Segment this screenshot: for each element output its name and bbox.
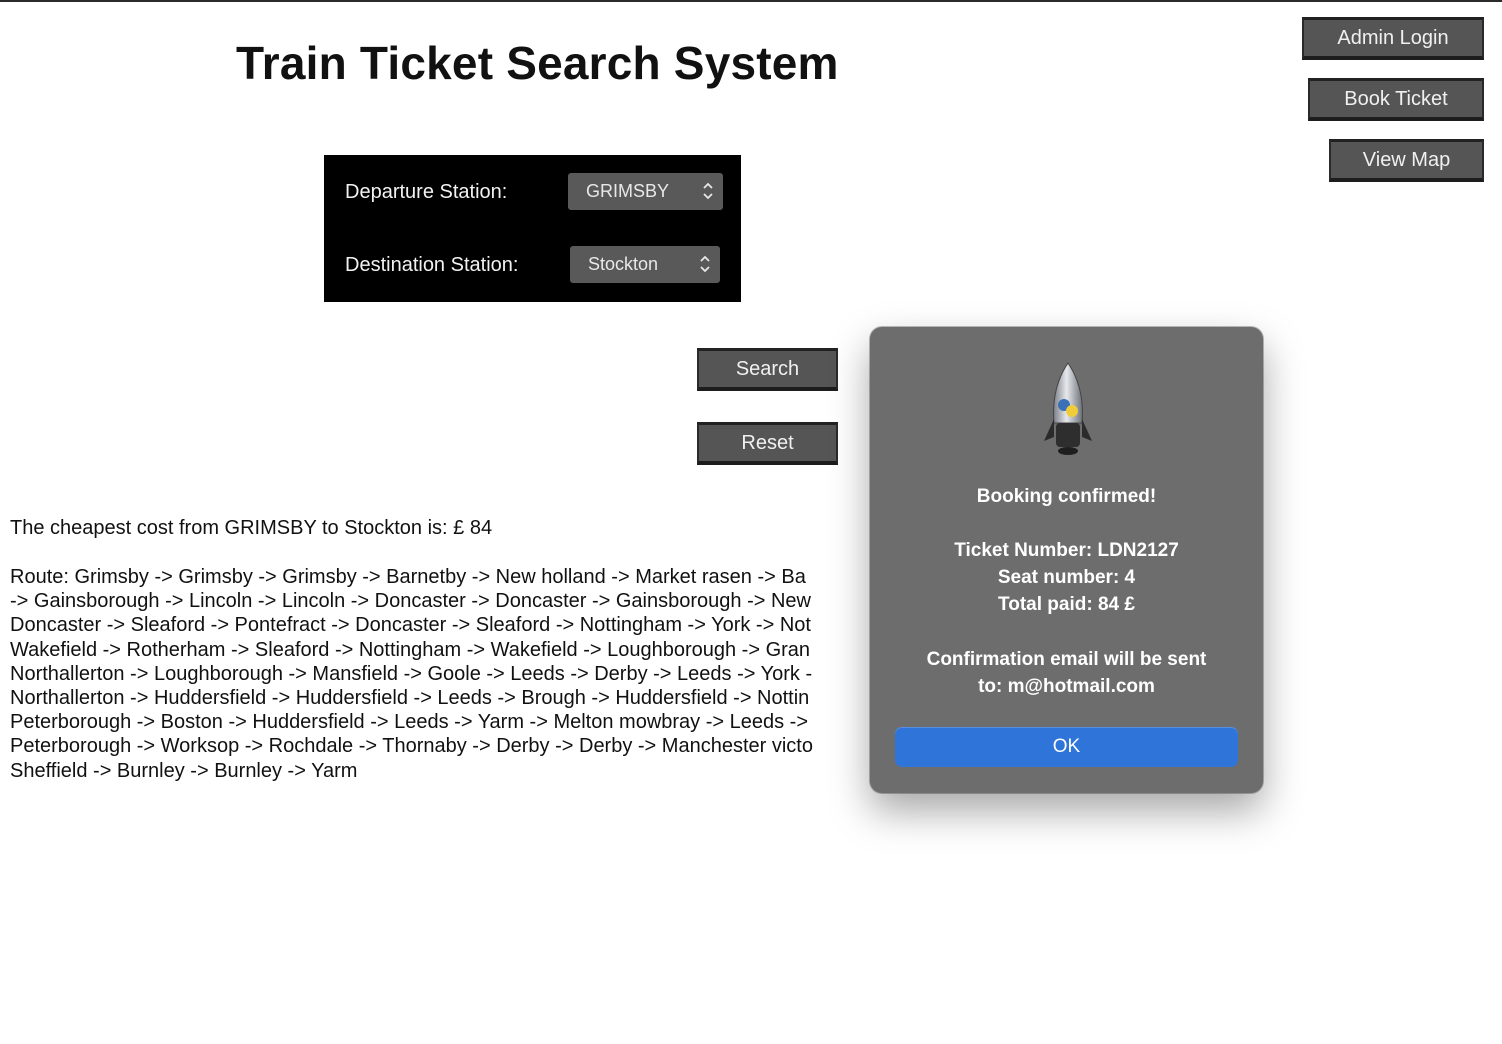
station-selection-panel: Departure Station: GRIMSBY Destination S… — [324, 155, 741, 302]
departure-station-value: GRIMSBY — [586, 181, 670, 201]
dialog-heading: Booking confirmed! — [976, 486, 1157, 507]
select-arrows-icon — [700, 255, 710, 273]
search-button[interactable]: Search — [697, 348, 838, 391]
route-text: Route: Grimsby -> Grimsby -> Grimsby -> … — [10, 565, 880, 795]
window-top-border — [0, 0, 1502, 2]
email-notice-line2: to: m@hotmail.com — [978, 676, 1155, 697]
reset-button[interactable]: Reset — [697, 422, 838, 465]
search-label: Search — [735, 358, 800, 380]
total-paid-text: Total paid: 84 £ — [998, 594, 1135, 615]
email-notice-line1: Confirmation email will be sent — [926, 649, 1207, 670]
admin-login-label: Admin Login — [1337, 27, 1449, 49]
route-line: Northallerton -> Huddersfield -> Hudders… — [10, 687, 810, 710]
route-line: Peterborough -> Boston -> Huddersfield -… — [10, 711, 809, 734]
departure-station-label: Departure Station: — [345, 181, 508, 203]
page-title: Train Ticket Search System — [236, 37, 839, 89]
departure-station-select[interactable]: GRIMSBY — [568, 173, 723, 210]
seat-number-text: Seat number: 4 — [997, 567, 1136, 588]
admin-login-button[interactable]: Admin Login — [1302, 17, 1484, 60]
python-rocket-icon — [1044, 362, 1092, 455]
app-window: Train Ticket Search System Admin Login B… — [0, 0, 1502, 1044]
route-line: Wakefield -> Rotherham -> Sleaford -> No… — [10, 638, 811, 661]
route-line: Sheffield -> Burnley -> Burnley -> Yarm — [10, 759, 358, 782]
book-ticket-button[interactable]: Book Ticket — [1308, 78, 1484, 121]
select-arrows-icon — [703, 182, 713, 200]
ok-button[interactable]: OK — [895, 727, 1238, 767]
ticket-number-text: Ticket Number: LDN2127 — [954, 540, 1179, 561]
view-map-label: View Map — [1362, 149, 1451, 171]
destination-station-label: Destination Station: — [345, 254, 519, 276]
destination-station-value: Stockton — [588, 254, 659, 274]
destination-station-select[interactable]: Stockton — [570, 246, 720, 283]
booking-confirmation-dialog: Booking confirmed! Ticket Number: LDN212… — [870, 327, 1263, 793]
book-ticket-label: Book Ticket — [1344, 88, 1448, 110]
ok-label: OK — [1052, 736, 1081, 757]
route-line: Route: Grimsby -> Grimsby -> Grimsby -> … — [10, 566, 806, 588]
route-line: Doncaster -> Sleaford -> Pontefract -> D… — [10, 614, 811, 637]
view-map-button[interactable]: View Map — [1329, 139, 1484, 182]
reset-label: Reset — [741, 432, 794, 454]
route-line: -> Gainsborough -> Lincoln -> Lincoln ->… — [10, 590, 811, 613]
route-line: Northallerton -> Loughborough -> Mansfie… — [10, 662, 813, 685]
cheapest-cost-text: The cheapest cost from GRIMSBY to Stockt… — [10, 517, 493, 539]
route-line: Peterborough -> Worksop -> Rochdale -> T… — [10, 735, 813, 758]
